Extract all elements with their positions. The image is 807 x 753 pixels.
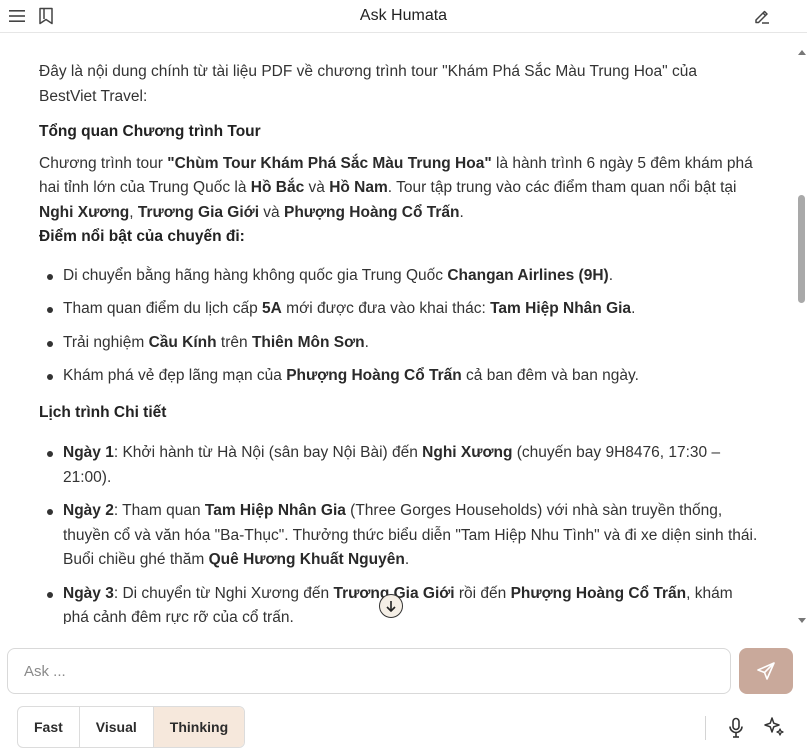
top-bar: Ask Humata xyxy=(0,0,807,33)
highlights-list: Di chuyển bằng hãng hàng không quốc gia … xyxy=(39,264,758,389)
scrollbar[interactable] xyxy=(796,40,807,625)
send-button[interactable] xyxy=(739,648,793,694)
ask-input[interactable] xyxy=(7,648,731,694)
sparkle-icon[interactable] xyxy=(761,714,787,740)
overview-heading: Tổng quan Chương trình Tour xyxy=(39,123,261,140)
list-item: Di chuyển bằng hãng hàng không quốc gia … xyxy=(47,264,758,289)
divider xyxy=(705,716,706,740)
microphone-icon[interactable] xyxy=(724,715,748,741)
mode-selector: Fast Visual Thinking xyxy=(17,706,246,748)
edit-pencil-icon[interactable] xyxy=(751,5,773,27)
intro-text: Đây là nội dung chính từ tài liệu PDF về… xyxy=(39,63,697,105)
list-item: Tham quan điểm du lịch cấp 5A mới được đ… xyxy=(47,297,758,322)
arrow-down-icon xyxy=(386,601,396,612)
itinerary-heading: Lịch trình Chi tiết xyxy=(39,403,167,421)
scrollbar-thumb[interactable] xyxy=(798,195,805,303)
list-item: Trải nghiệm Cầu Kính trên Thiên Môn Sơn. xyxy=(47,331,758,356)
answer-panel: Đây là nội dung chính từ tài liệu PDF về… xyxy=(0,34,796,624)
mode-visual-button[interactable]: Visual xyxy=(80,707,154,747)
scroll-to-bottom-button[interactable] xyxy=(379,594,403,618)
send-arrow-icon xyxy=(757,662,775,680)
list-item: Ngày 2: Tham quan Tam Hiệp Nhân Gia (Thr… xyxy=(47,499,758,573)
page-title: Ask Humata xyxy=(359,7,448,24)
mode-thinking-button[interactable]: Thinking xyxy=(153,707,245,747)
list-item: Ngày 3: Di chuyển từ Nghi Xương đến Trươ… xyxy=(47,582,758,624)
list-item: Khám phá vẻ đẹp lãng mạn của Phượng Hoàn… xyxy=(47,364,758,389)
list-item: Ngày 1: Khởi hành từ Hà Nội (sân bay Nội… xyxy=(47,441,758,490)
overview-paragraph: Chương trình tour "Chùm Tour Khám Phá Sắ… xyxy=(39,154,753,221)
mode-fast-button[interactable]: Fast xyxy=(18,707,80,747)
highlights-heading: Điểm nổi bật của chuyến đi: xyxy=(39,228,245,245)
composer: Fast Visual Thinking xyxy=(0,625,807,753)
scroll-down-arrow-icon[interactable] xyxy=(798,618,806,623)
scroll-up-arrow-icon[interactable] xyxy=(798,50,806,55)
